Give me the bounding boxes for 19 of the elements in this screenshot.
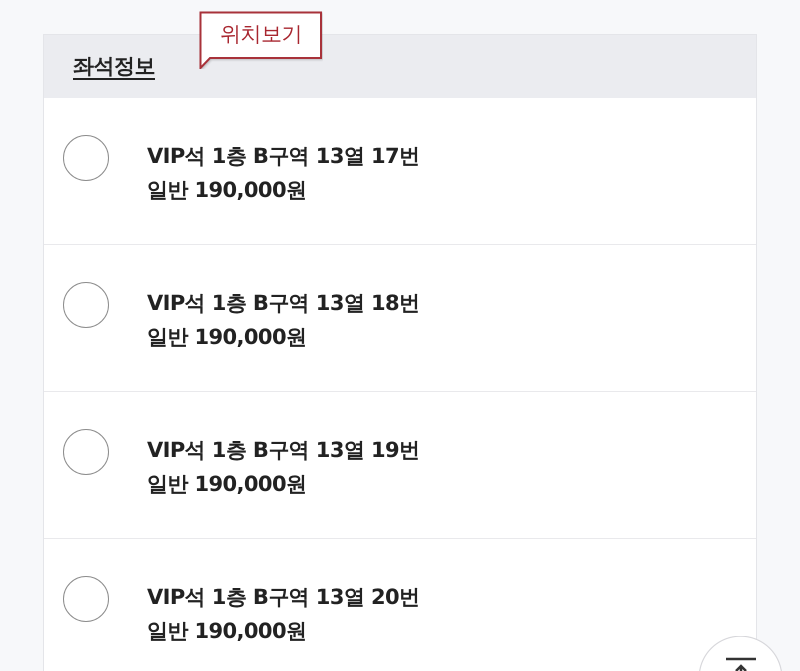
arrow-up-bar-icon xyxy=(724,657,756,671)
seat-price: 일반 190,000원 xyxy=(147,471,308,498)
radio-button[interactable] xyxy=(63,282,109,328)
radio-button[interactable] xyxy=(63,576,109,622)
seat-option[interactable]: VIP석 1층 B구역 13열 19번 일반 190,000원 xyxy=(44,392,756,539)
radio-button[interactable] xyxy=(63,135,109,181)
seat-option[interactable]: VIP석 1층 B구역 13열 18번 일반 190,000원 xyxy=(44,245,756,392)
seat-option[interactable]: VIP석 1층 B구역 13열 17번 일반 190,000원 xyxy=(44,98,756,245)
seat-price: 일반 190,000원 xyxy=(147,618,308,645)
seat-label: VIP석 1층 B구역 13열 19번 xyxy=(147,437,420,464)
radio-button[interactable] xyxy=(63,429,109,475)
seat-label: VIP석 1층 B구역 13열 17번 xyxy=(147,143,420,170)
section-title: 좌석정보 xyxy=(73,52,155,80)
seat-price: 일반 190,000원 xyxy=(147,177,308,204)
seat-label: VIP석 1층 B구역 13열 18번 xyxy=(147,290,420,317)
seat-price: 일반 190,000원 xyxy=(147,324,308,351)
location-link[interactable]: 위치보기 xyxy=(199,11,323,69)
seat-option[interactable]: VIP석 1층 B구역 13열 20번 일반 190,000원 xyxy=(44,539,756,671)
seat-label: VIP석 1층 B구역 13열 20번 xyxy=(147,584,420,611)
